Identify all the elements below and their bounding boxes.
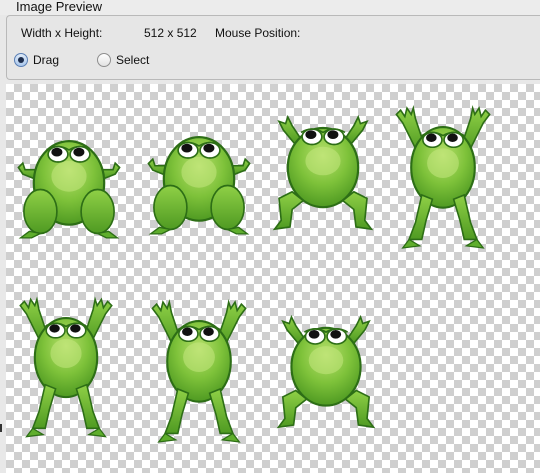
select-radio-indicator[interactable] <box>97 53 111 67</box>
frog-sprite-frame-6 <box>151 300 247 444</box>
frog-sprite-frame-5 <box>19 298 113 438</box>
frog-sprite-frame-3 <box>273 115 373 231</box>
select-radio[interactable]: Select <box>97 51 149 69</box>
mouse-position-label: Mouse Position: <box>215 26 301 40</box>
frog-sprite-frame-2 <box>147 136 251 235</box>
window-edge-mark <box>0 424 2 432</box>
frog-sprite-frame-4 <box>395 106 491 250</box>
frog-sprite-frame-1 <box>17 140 121 239</box>
window-title: Image Preview <box>16 0 102 14</box>
drag-radio-label[interactable]: Drag <box>33 53 59 67</box>
select-radio-label[interactable]: Select <box>116 53 149 67</box>
drag-radio-indicator[interactable] <box>14 53 28 67</box>
title-bar: Image Preview <box>0 0 540 15</box>
size-label: Width x Height: <box>21 26 103 40</box>
image-preview-canvas[interactable] <box>6 84 540 473</box>
size-value: 512 x 512 <box>144 26 197 40</box>
frog-sprite-frame-7 <box>277 315 375 429</box>
preview-info-panel: Width x Height: 512 x 512 Mouse Position… <box>6 15 540 80</box>
drag-radio[interactable]: Drag <box>14 51 59 69</box>
